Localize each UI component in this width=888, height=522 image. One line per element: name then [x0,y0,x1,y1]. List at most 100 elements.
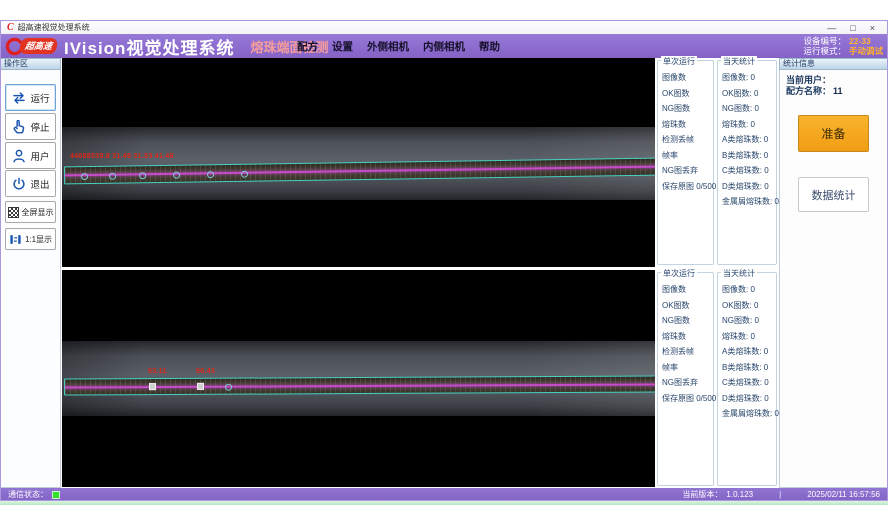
header-info: 设备编号： 22-33 运行模式： 手动调试 [803,36,883,56]
stat-row: 检测丢帧 [662,132,713,148]
stat-row: D类熔珠数: 0 [722,179,776,195]
single-run-group-1: 单次运行 图像数OK图数NG图数熔珠数检测丢帧帧率NG图丢弃保存原图 0/500 [657,60,714,265]
minimize-button[interactable]: — [827,22,836,34]
stat-row: 熔珠数: 0 [722,329,776,345]
stop-hand-icon [11,119,27,135]
one-to-one-button[interactable]: 1:1显示 [5,228,56,250]
recipe-name-line: 配方名称：11 [786,84,843,97]
stat-row: 保存原图 0/500 [662,391,713,407]
stat-row: NG图数 [662,313,713,329]
run-mode-label: 运行模式： [803,46,846,56]
stat-row: 熔珠数: 0 [722,117,776,133]
bead-square-marker [149,383,156,390]
group-caption: 当天统计 [721,268,757,279]
menu-item[interactable]: 帮助 [479,39,500,54]
version-label: 当前版本： [682,489,722,500]
stat-row: 熔珠数 [662,117,713,133]
window-bottom-edge [0,501,888,505]
stat-row: A类熔珠数: 0 [722,344,776,360]
camera1-measurement-annotation: 44088539.8 31.49 31.53 41.49 [70,153,174,160]
stat-row: 图像数 [662,282,713,298]
stat-row: OK图数 [662,298,713,314]
group-caption: 当天统计 [721,56,757,67]
outer-camera-view: 44088539.8 31.49 31.53 41.49 [62,58,655,267]
stat-row: 熔珠数 [662,329,713,345]
maximize-button[interactable]: □ [850,22,855,34]
stat-row: 图像数: 0 [722,70,776,86]
status-bar: 通信状态： 当前版本： 1.0.123 | 2025/02/11 16:57:5… [0,488,888,501]
brand-logo: 超高速 [4,37,57,56]
stat-row: A类熔珠数: 0 [722,132,776,148]
brand-badge: 超高速 [19,38,58,54]
camera2-detected-strip [64,375,655,395]
status-separator: | [779,490,781,499]
stat-row: OK图数: 0 [722,298,776,314]
stat-row: C类熔珠数: 0 [722,163,776,179]
camera2-measurement-left: 53.11 [148,368,167,375]
stat-row: B类熔珠数: 0 [722,360,776,376]
operation-panel-header: 操作区 [0,58,61,70]
stat-row: 图像数 [662,70,713,86]
fullscreen-icon [8,207,19,218]
comm-status-label: 通信状态： [8,489,48,500]
stat-row: NG图数: 0 [722,313,776,329]
bead-marker [241,171,248,178]
stat-row: OK图数 [662,86,713,102]
bead-marker [173,172,180,179]
stat-row: NG图丢弃 [662,375,713,391]
run-mode-value: 手动调试 [849,46,883,56]
os-titlebar: C 超高速视觉处理系统 — □ × [0,20,888,34]
user-icon [11,148,27,164]
bead-marker [109,173,116,180]
data-statistics-button[interactable]: 数据统计 [798,177,869,212]
bead-marker [139,172,146,179]
menu-item[interactable]: 外侧相机 [367,39,409,54]
menu-item[interactable]: 内侧相机 [423,39,465,54]
window-title: 超高速视觉处理系统 [18,22,90,33]
application-window: C 超高速视觉处理系统 — □ × 超高速 IVision视觉处理系统 熔珠端面… [0,0,888,522]
app-logo-icon: C [7,23,14,33]
stat-row: D类熔珠数: 0 [722,391,776,407]
exit-button[interactable]: 退出 [5,170,56,197]
stat-row: OK图数: 0 [722,86,776,102]
menu-item[interactable]: 设置 [332,39,353,54]
stat-row: B类熔珠数: 0 [722,148,776,164]
camera2-measurement-right: 56.43 [196,368,215,375]
menu-item[interactable]: 配方 [297,39,318,54]
single-run-group-2: 单次运行 图像数OK图数NG图数熔珠数检测丢帧帧率NG图丢弃保存原图 0/500 [657,272,714,486]
stat-row: 帧率 [662,360,713,376]
stat-row: 金属屑熔珠数: 0 [722,406,776,422]
daily-stats-group-2: 当天统计 图像数: 0OK图数: 0NG图数: 0熔珠数: 0A类熔珠数: 0B… [717,272,777,486]
bead-marker [81,173,88,180]
stats-info-panel: 当前用户： 配方名称：11 准备 数据统计 [779,70,888,488]
bead-marker [225,384,232,391]
stat-row: 图像数: 0 [722,282,776,298]
stats-info-panel-header: 统计信息 [779,58,888,70]
version-value: 1.0.123 [726,490,753,499]
group-caption: 单次运行 [661,56,697,67]
power-icon [11,176,27,192]
stat-row: 帧率 [662,148,713,164]
stat-row: NG图丢弃 [662,163,713,179]
main-menu: 配方设置外侧相机内侧相机帮助 [297,34,500,58]
stop-button[interactable]: 停止 [5,113,56,140]
close-button[interactable]: × [870,22,875,34]
daily-stats-group-1: 当天统计 图像数: 0OK图数: 0NG图数: 0熔珠数: 0A类熔珠数: 0B… [717,60,777,265]
run-button[interactable]: 运行 [5,84,56,111]
one-to-one-icon [9,233,22,246]
user-button[interactable]: 用户 [5,142,56,169]
stat-row: 金属屑熔珠数: 0 [722,194,776,210]
stat-row: NG图数 [662,101,713,117]
run-cycle-icon [11,90,27,106]
app-title: IVision视觉处理系统 [64,34,234,59]
comm-status-indicator [52,491,60,499]
prepare-button[interactable]: 准备 [798,115,869,152]
group-caption: 单次运行 [661,268,697,279]
recipe-name-value: 11 [833,86,843,96]
app-header: 超高速 IVision视觉处理系统 熔珠端面检测 配方设置外侧相机内侧相机帮助 … [0,34,888,58]
recipe-name-label: 配方名称： [786,86,831,96]
camera1-centerline-overlay [65,166,655,177]
datetime-value: 2025/02/11 16:57:56 [807,490,880,499]
fullscreen-button[interactable]: 全屏显示 [5,201,56,223]
bead-square-marker [197,383,204,390]
